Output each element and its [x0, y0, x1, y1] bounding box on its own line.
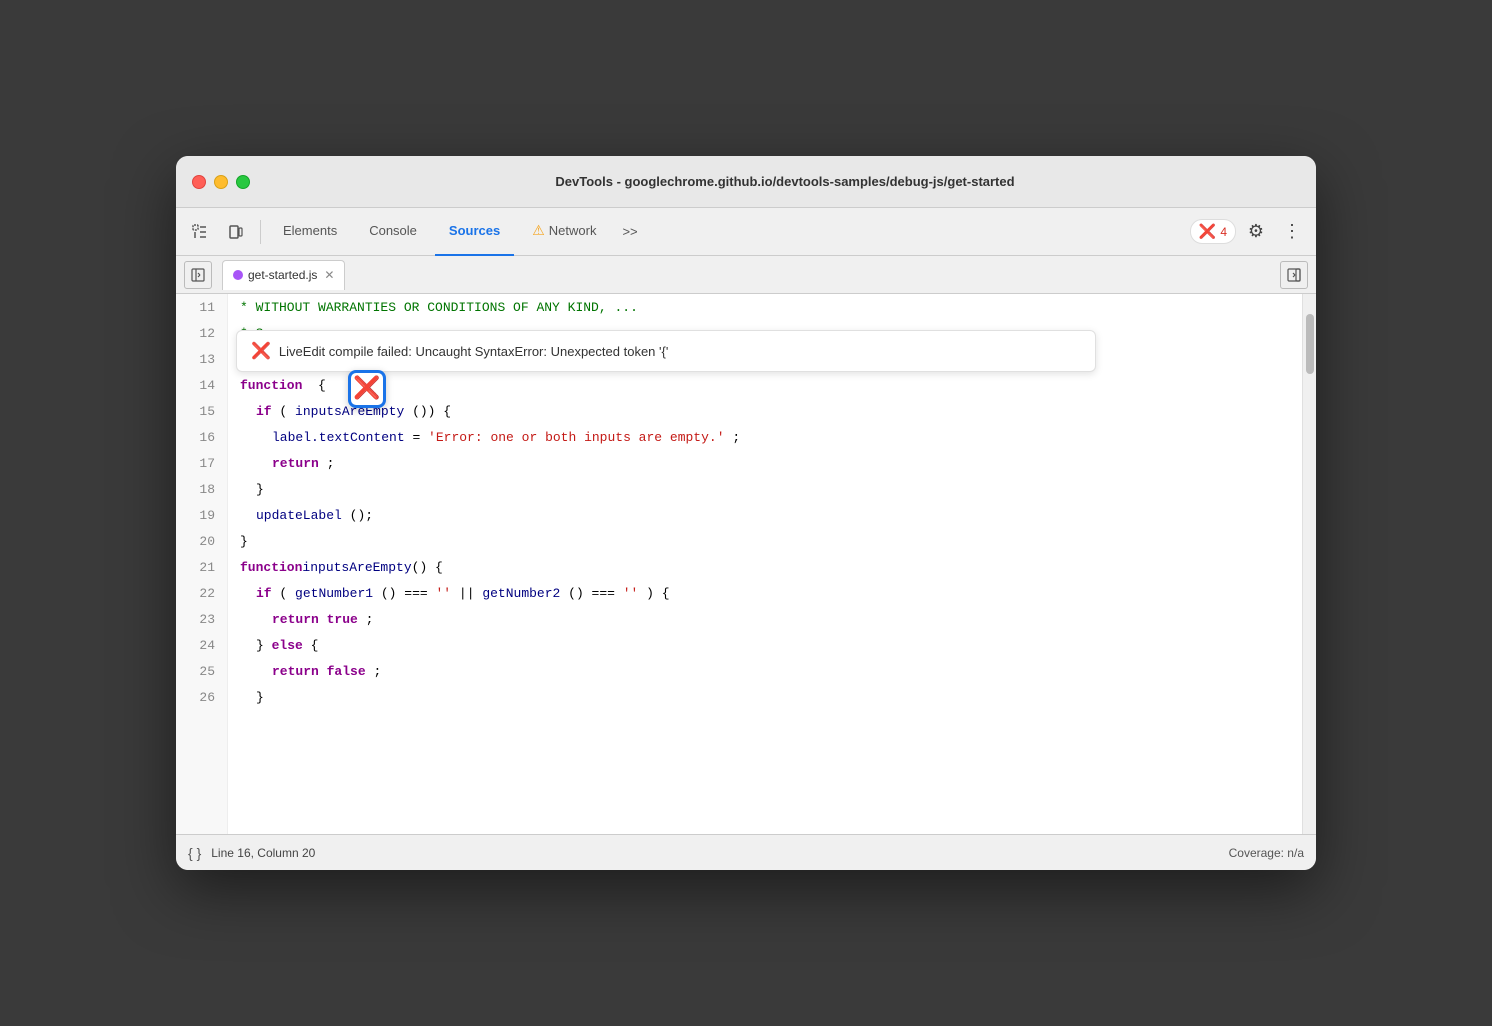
more-options-button[interactable]: ⋮	[1276, 216, 1308, 248]
status-bar: { } Line 16, Column 20 Coverage: n/a	[176, 834, 1316, 870]
line-num-22: 22	[176, 580, 227, 606]
file-tab-name: get-started.js	[248, 268, 317, 282]
code-line-15: if ( inputsAreEmpty ()) {	[228, 398, 1302, 424]
file-tabs-bar: get-started.js ✕	[176, 256, 1316, 294]
line-num-19: 19	[176, 502, 227, 528]
line-num-18: 18	[176, 476, 227, 502]
devtools-window: DevTools - googlechrome.github.io/devtoo…	[176, 156, 1316, 870]
title-bar: DevTools - googlechrome.github.io/devtoo…	[176, 156, 1316, 208]
tab-network[interactable]: ⚠ Network	[518, 208, 610, 256]
file-tab-close-button[interactable]: ✕	[324, 268, 334, 282]
line-num-21: 21	[176, 554, 227, 580]
code-line-18: }	[228, 476, 1302, 502]
line-num-20: 20	[176, 528, 227, 554]
pretty-print-button[interactable]: { }	[188, 845, 201, 861]
line-num-14: 14	[176, 372, 227, 398]
code-content: 11 12 13 14 15 16 17 18 19 20 21 22 23 2…	[176, 294, 1316, 834]
line-num-12: 12	[176, 320, 227, 346]
code-area: ❌ LiveEdit compile failed: Uncaught Synt…	[176, 294, 1316, 834]
code-line-21: function inputsAreEmpty () {	[228, 554, 1302, 580]
file-tab-get-started[interactable]: get-started.js ✕	[222, 260, 345, 290]
more-tabs-button[interactable]: >>	[614, 220, 645, 243]
tab-elements[interactable]: Elements	[269, 208, 351, 256]
code-line-14: function { ❌	[228, 372, 1302, 398]
line-num-13: 13	[176, 346, 227, 372]
error-badge-icon: ❌	[1199, 223, 1216, 240]
tab-sources[interactable]: Sources	[435, 208, 514, 256]
settings-button[interactable]: ⚙	[1240, 216, 1272, 248]
code-line-11: * WITHOUT WARRANTIES OR CONDITIONS OF AN…	[228, 294, 1302, 320]
line-num-24: 24	[176, 632, 227, 658]
tab-console[interactable]: Console	[355, 208, 431, 256]
line-num-17: 17	[176, 450, 227, 476]
line-num-15: 15	[176, 398, 227, 424]
error-marker[interactable]: ❌	[348, 370, 386, 408]
error-tooltip-icon: ❌	[251, 341, 271, 361]
sidebar-toggle-button[interactable]	[184, 261, 212, 289]
line-num-25: 25	[176, 658, 227, 684]
window-title: DevTools - googlechrome.github.io/devtoo…	[270, 174, 1300, 189]
code-line-23: return true ;	[228, 606, 1302, 632]
coverage-status: Coverage: n/a	[1229, 846, 1304, 860]
line-num-16: 16	[176, 424, 227, 450]
js-file-icon	[233, 270, 243, 280]
error-tooltip: ❌ LiveEdit compile failed: Uncaught Synt…	[236, 330, 1096, 372]
error-tooltip-text: LiveEdit compile failed: Uncaught Syntax…	[279, 344, 668, 359]
devtools-toolbar: Elements Console Sources ⚠ Network >> ❌ …	[176, 208, 1316, 256]
maximize-button[interactable]	[236, 175, 250, 189]
cursor-position: Line 16, Column 20	[211, 846, 1228, 860]
vertical-scrollbar[interactable]	[1302, 294, 1316, 834]
inspect-element-button[interactable]	[184, 216, 216, 248]
code-line-16: label.textContent = 'Error: one or both …	[228, 424, 1302, 450]
code-line-22: if ( getNumber1 () === '' || getNumber2 …	[228, 580, 1302, 606]
error-count: 4	[1220, 225, 1227, 239]
error-badge[interactable]: ❌ 4	[1190, 219, 1236, 244]
toolbar-separator	[260, 220, 261, 244]
scrollbar-thumb[interactable]	[1306, 314, 1314, 374]
line-numbers: 11 12 13 14 15 16 17 18 19 20 21 22 23 2…	[176, 294, 228, 834]
code-line-20: }	[228, 528, 1302, 554]
panel-collapse-button[interactable]	[1280, 261, 1308, 289]
line-num-11: 11	[176, 294, 227, 320]
line-num-23: 23	[176, 606, 227, 632]
code-lines: * WITHOUT WARRANTIES OR CONDITIONS OF AN…	[228, 294, 1302, 834]
code-line-26: }	[228, 684, 1302, 710]
device-toolbar-button[interactable]	[220, 216, 252, 248]
code-line-19: updateLabel ();	[228, 502, 1302, 528]
close-button[interactable]	[192, 175, 206, 189]
error-marker-icon: ❌	[353, 376, 380, 402]
code-line-24: } else {	[228, 632, 1302, 658]
traffic-lights	[192, 175, 250, 189]
line-num-26: 26	[176, 684, 227, 710]
minimize-button[interactable]	[214, 175, 228, 189]
code-line-17: return ;	[228, 450, 1302, 476]
warning-icon: ⚠	[532, 222, 545, 239]
code-line-25: return false ;	[228, 658, 1302, 684]
